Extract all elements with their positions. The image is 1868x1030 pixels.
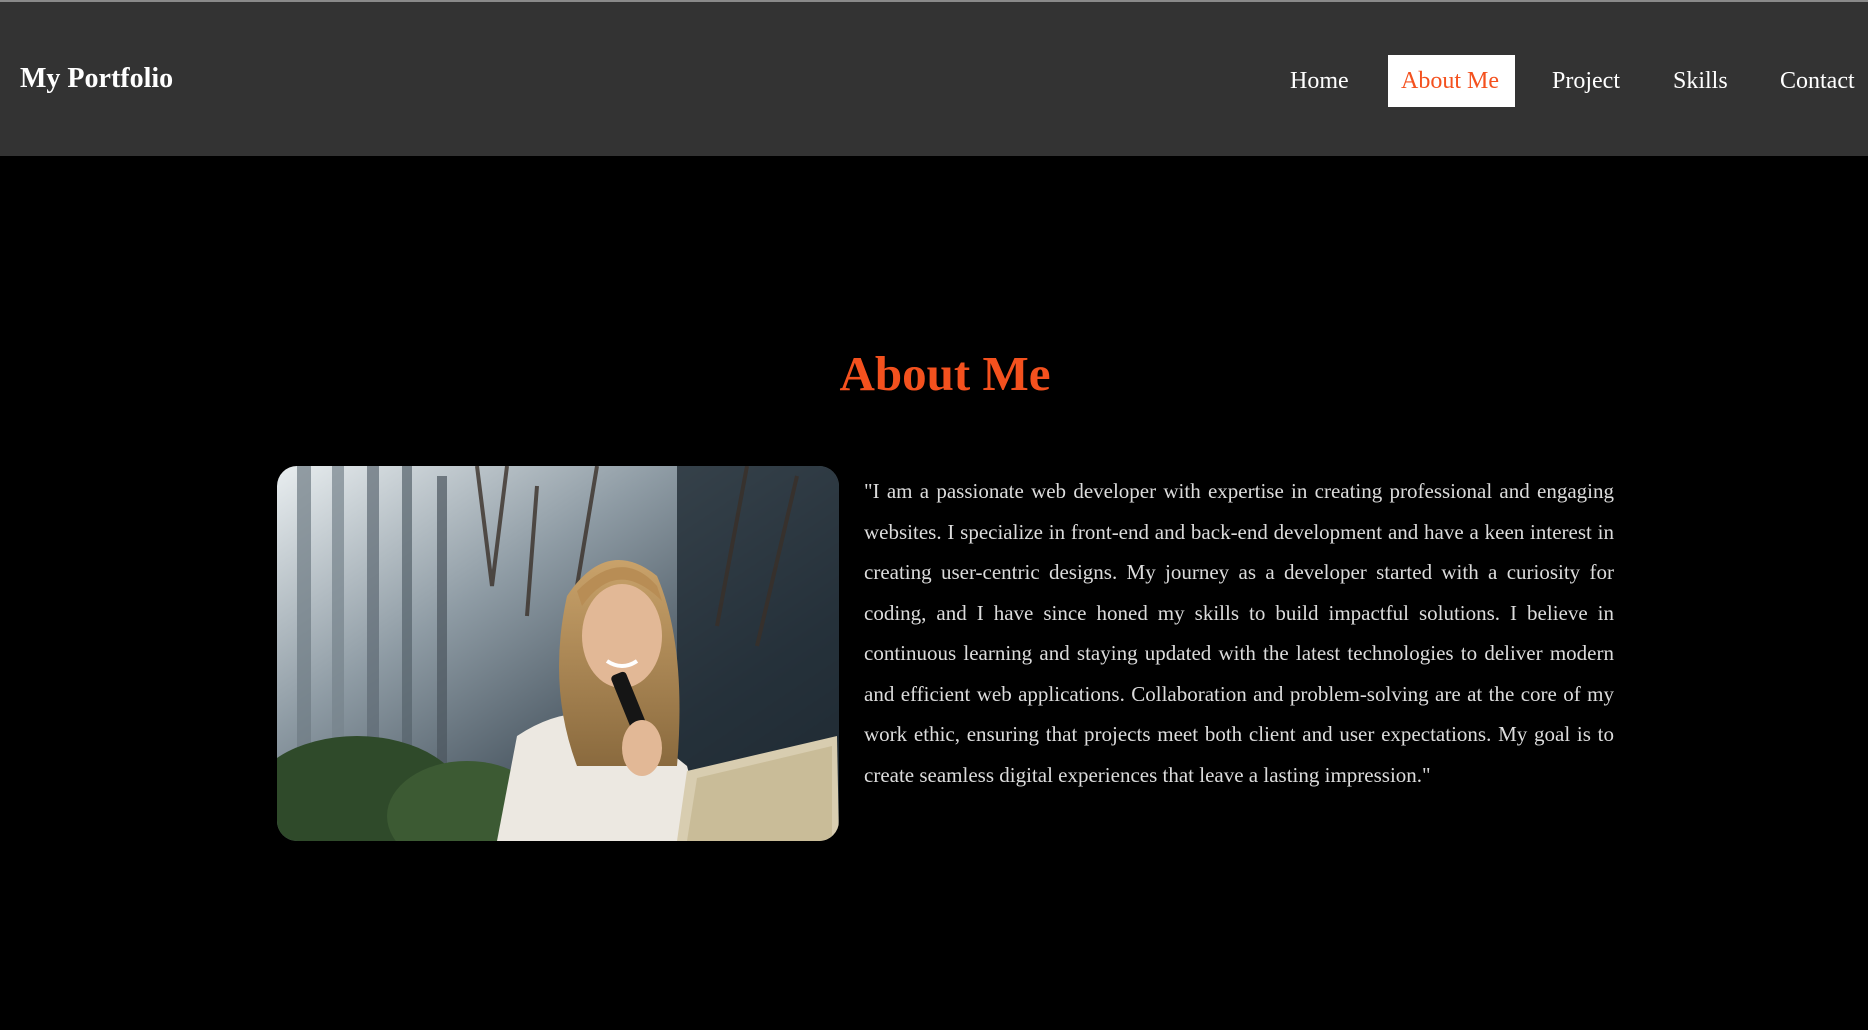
nav-link-project[interactable]: Project [1539,55,1633,107]
navbar: My Portfolio Home About Me Project Skill… [0,6,1868,156]
nav-link-skills[interactable]: Skills [1660,55,1741,107]
profile-photo [277,466,839,841]
brand-logo[interactable]: My Portfolio [20,64,173,94]
section-title: About Me [839,346,1051,401]
nav-link-home[interactable]: Home [1277,55,1362,107]
about-bio-text: "I am a passionate web developer with ex… [864,479,1614,787]
nav-link-about-me[interactable]: About Me [1388,55,1515,107]
nav-link-contact[interactable]: Contact [1767,55,1868,107]
